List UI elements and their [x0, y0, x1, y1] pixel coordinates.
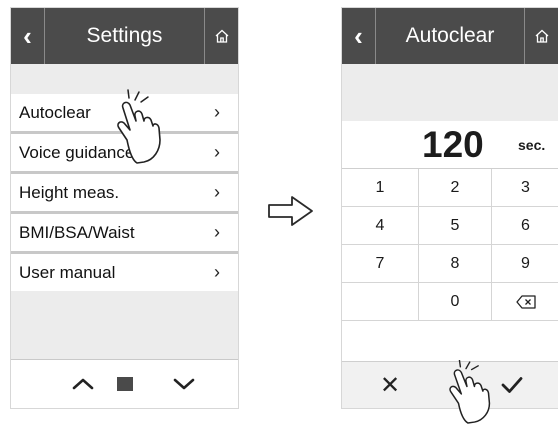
key-2[interactable]: 2 — [419, 169, 492, 206]
scroll-down-button[interactable] — [154, 360, 214, 408]
autoclear-screen: ‹ Autoclear 120 sec. 1 2 3 4 5 6 7 8 9 0… — [341, 7, 558, 409]
scroll-nav-bar — [11, 359, 238, 408]
home-icon — [215, 29, 228, 43]
chevron-right-icon: › — [214, 182, 220, 202]
back-button[interactable]: ‹ — [342, 8, 376, 64]
confirm-button[interactable] — [492, 362, 532, 408]
menu-item-label: Height meas. — [19, 182, 120, 202]
chevron-right-icon: › — [214, 262, 220, 282]
value-display: 120 sec. — [342, 121, 558, 169]
menu-item-user-manual[interactable]: User manual › — [11, 254, 238, 291]
cancel-button[interactable]: ✕ — [370, 362, 410, 408]
home-button[interactable] — [524, 8, 558, 64]
key-empty — [342, 283, 419, 320]
settings-header: ‹ Settings — [11, 8, 238, 64]
key-1[interactable]: 1 — [342, 169, 419, 206]
key-3[interactable]: 3 — [492, 169, 558, 206]
menu-item-label: BMI/BSA/Waist — [19, 222, 135, 242]
backspace-key[interactable] — [492, 283, 558, 320]
key-6[interactable]: 6 — [492, 207, 558, 244]
key-9[interactable]: 9 — [492, 245, 558, 282]
key-0[interactable]: 0 — [419, 283, 492, 320]
pointing-hand-icon — [449, 360, 491, 424]
home-icon — [535, 29, 548, 43]
keypad-row: 4 5 6 — [342, 207, 558, 245]
scroll-up-button[interactable] — [53, 360, 113, 408]
page-indicator — [117, 377, 133, 391]
checkmark-icon — [501, 377, 523, 393]
keypad-row: 7 8 9 — [342, 245, 558, 283]
keypad-row: 1 2 3 — [342, 169, 558, 207]
key-4[interactable]: 4 — [342, 207, 419, 244]
menu-item-bmi-bsa-waist[interactable]: BMI/BSA/Waist › — [11, 214, 238, 251]
chevron-right-icon: › — [214, 102, 220, 122]
key-7[interactable]: 7 — [342, 245, 419, 282]
key-5[interactable]: 5 — [419, 207, 492, 244]
page-title: Settings — [86, 24, 163, 47]
keypad-row: 0 — [342, 283, 558, 321]
menu-item-label: User manual — [19, 262, 116, 282]
time-unit: sec. — [518, 137, 546, 153]
chevron-right-icon: › — [214, 222, 220, 242]
right-arrow-icon — [268, 196, 313, 226]
key-8[interactable]: 8 — [419, 245, 492, 282]
back-button[interactable]: ‹ — [11, 8, 45, 64]
time-value: 120 — [422, 124, 484, 165]
keypad-keys: 1 2 3 4 5 6 7 8 9 0 — [342, 169, 558, 321]
menu-item-label: Autoclear — [19, 102, 91, 122]
chevron-left-icon: ‹ — [354, 21, 363, 51]
chevron-left-icon: ‹ — [23, 21, 32, 51]
chevron-right-icon: › — [214, 142, 220, 162]
home-button[interactable] — [204, 8, 238, 64]
autoclear-header: ‹ Autoclear — [342, 8, 558, 64]
menu-item-height-meas[interactable]: Height meas. › — [11, 174, 238, 211]
backspace-icon — [515, 294, 536, 309]
pointing-hand-icon — [117, 89, 161, 164]
chevron-up-icon — [72, 378, 94, 390]
chevron-down-icon — [173, 378, 195, 390]
settings-screen: ‹ Settings Autoclear › Voice guidance › … — [10, 7, 239, 409]
page-title: Autoclear — [405, 24, 495, 47]
stage: ‹ Settings Autoclear › Voice guidance › … — [0, 0, 558, 428]
